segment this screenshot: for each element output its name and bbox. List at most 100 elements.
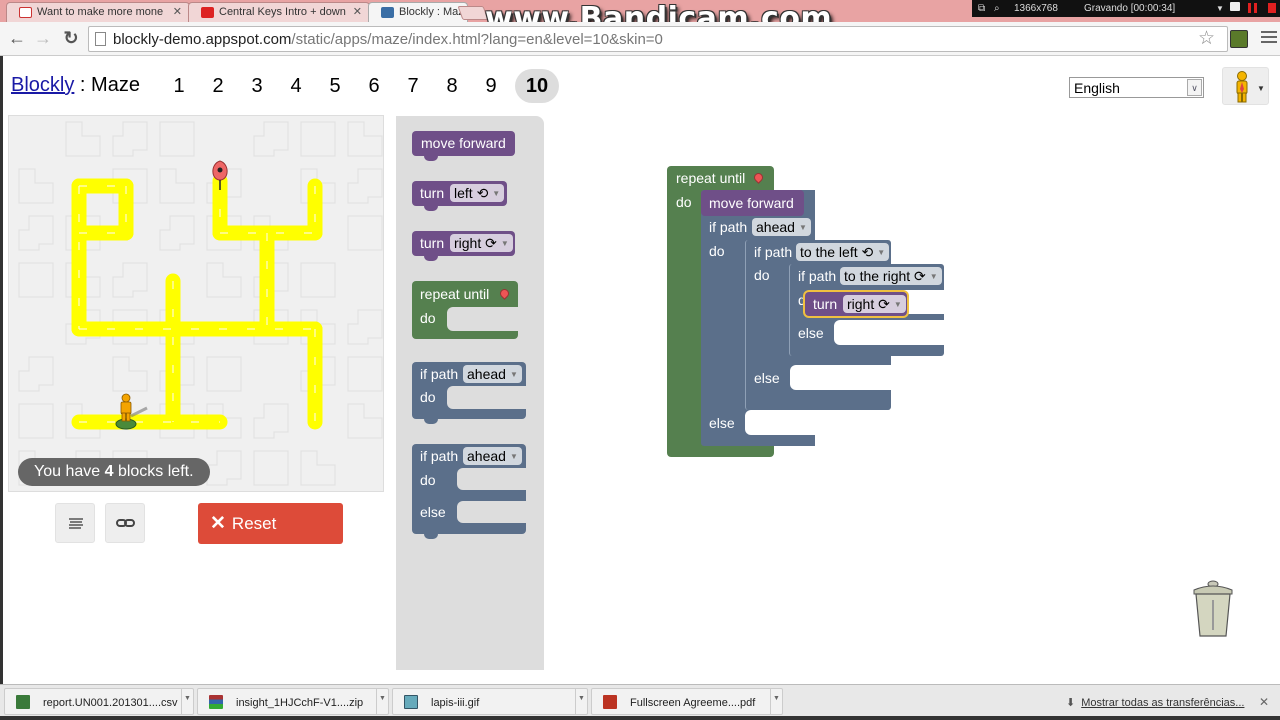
level-4[interactable]: 4	[274, 69, 318, 103]
show-all-downloads-link[interactable]: ⬇ Mostrar todas as transferências...	[1066, 696, 1244, 709]
menu-icon[interactable]	[1261, 31, 1277, 46]
dropdown-value: to the right ⟳	[844, 268, 926, 284]
blockly-home-link[interactable]: Blockly	[11, 74, 74, 96]
level-5[interactable]: 5	[313, 69, 357, 103]
blocks-left-count: 4	[104, 463, 114, 480]
dropdown-icon[interactable]: ▼	[1216, 4, 1224, 13]
download-item[interactable]: insight_1HJCchF-V1....zip ▼	[197, 688, 389, 715]
tab-blockly-maze[interactable]: Blockly : Maze	[368, 2, 468, 23]
level-3[interactable]: 3	[235, 69, 279, 103]
dropdown-value: ahead	[756, 219, 795, 235]
download-arrow-icon: ⬇	[1066, 697, 1076, 709]
stop-icon[interactable]	[1268, 3, 1276, 13]
chevron-down-icon[interactable]: ▼	[575, 689, 587, 714]
background-building	[18, 356, 54, 392]
bookmark-star-icon[interactable]: ☆	[1198, 27, 1215, 50]
chevron-down-icon[interactable]: ▼	[770, 689, 782, 714]
chevron-down-icon[interactable]: ▼	[181, 689, 193, 714]
pegman-skin-button[interactable]: ▼	[1222, 67, 1269, 105]
camera-icon[interactable]	[1230, 2, 1240, 11]
background-building	[112, 262, 148, 298]
background-building	[65, 121, 101, 157]
background-building	[253, 450, 289, 486]
pegman-icon	[1236, 71, 1248, 103]
level-7[interactable]: 7	[391, 69, 435, 103]
else-slot	[745, 410, 815, 435]
reset-button[interactable]: ✕ Reset	[198, 503, 343, 544]
close-tab-icon[interactable]: ✕	[173, 5, 182, 18]
dropdown-arrow-icon: ▼	[500, 239, 509, 248]
tab-title: Want to make more mone	[37, 6, 164, 18]
window-edge	[0, 716, 1280, 720]
link-button[interactable]	[105, 503, 145, 543]
dropdown-arrow-icon: ▼	[893, 300, 902, 309]
block-label: if path	[420, 448, 459, 464]
dropdown-arrow-icon: ▼	[509, 370, 518, 379]
turn-right-block-selected[interactable]: turn right ⟳ ▼	[805, 292, 907, 316]
direction-dropdown[interactable]: right ⟳ ▼	[843, 295, 906, 313]
forward-icon[interactable]: →	[32, 28, 54, 48]
extension-icon[interactable]	[1230, 30, 1248, 48]
level-2[interactable]: 2	[196, 69, 240, 103]
do-label: do	[420, 310, 436, 326]
level-8[interactable]: 8	[430, 69, 474, 103]
path-dropdown[interactable]: ahead ▼	[463, 447, 522, 465]
do-label: do	[754, 267, 770, 283]
move-forward-block[interactable]: move forward	[701, 190, 804, 216]
blocks-left-prefix: You have	[34, 463, 105, 480]
toolbox-turn-left-block[interactable]: turn left ⟲ ▼	[412, 181, 507, 211]
download-item[interactable]: lapis-iii.gif ▼	[392, 688, 588, 715]
window-icon: ⧉	[978, 3, 986, 14]
tab-youtube[interactable]: Central Keys Intro + down ✕	[188, 2, 370, 22]
path-dropdown[interactable]: to the right ⟳ ▼	[840, 267, 942, 285]
download-item[interactable]: Fullscreen Agreeme....pdf ▼	[591, 688, 783, 715]
close-icon[interactable]: ✕	[1259, 695, 1269, 709]
level-10[interactable]: 10	[515, 69, 559, 103]
back-icon[interactable]: ←	[6, 28, 28, 48]
new-tab-button[interactable]	[457, 6, 489, 20]
toolbox-turn-right-block[interactable]: turn right ⟳ ▼	[412, 231, 515, 261]
level-1[interactable]: 1	[157, 69, 201, 103]
pause-icon[interactable]	[1254, 3, 1257, 13]
path-dropdown[interactable]: ahead ▼	[463, 365, 522, 383]
pause-icon[interactable]	[1248, 3, 1251, 13]
address-bar[interactable]: blockly-demo.appspot.com/static/apps/maz…	[88, 26, 1228, 52]
else-label: else	[709, 415, 735, 431]
path-dropdown[interactable]: ahead ▼	[752, 218, 811, 236]
background-building	[300, 121, 336, 157]
tab-gmail[interactable]: Want to make more mone ✕	[6, 2, 190, 22]
else-label: else	[798, 325, 824, 341]
dropdown-value: ahead	[467, 448, 506, 464]
reset-label: Reset	[231, 514, 277, 533]
caret-down-icon: ▼	[1257, 84, 1265, 93]
block-label: repeat until	[676, 170, 746, 186]
language-select[interactable]: English ∨	[1069, 77, 1204, 98]
dropdown-arrow-icon: ▼	[798, 223, 807, 232]
close-tab-icon[interactable]: ✕	[353, 5, 362, 18]
level-6[interactable]: 6	[352, 69, 396, 103]
toolbox-if-else-path-block[interactable]: if path ahead ▼ do else	[412, 444, 526, 539]
text-lines-icon	[69, 518, 83, 529]
toolbox-repeat-until-block[interactable]: repeat until do	[412, 281, 518, 339]
toolbox-if-path-block[interactable]: if path ahead ▼ do	[412, 362, 526, 424]
download-item[interactable]: report.UN001.201301....csv ▼	[4, 688, 194, 715]
show-code-button[interactable]	[55, 503, 95, 543]
background-building	[159, 121, 195, 157]
dropdown-value: ahead	[467, 366, 506, 382]
block-label: move forward	[709, 195, 794, 211]
background-building	[347, 356, 383, 392]
direction-dropdown[interactable]: right ⟳ ▼	[450, 234, 513, 252]
path-dropdown[interactable]: to the left ⟲ ▼	[796, 243, 890, 261]
direction-dropdown[interactable]: left ⟲ ▼	[450, 184, 505, 202]
reload-icon[interactable]: ↻	[60, 28, 82, 48]
pdf-file-icon	[603, 695, 617, 709]
level-9[interactable]: 9	[469, 69, 513, 103]
trash-can-icon[interactable]	[1190, 580, 1236, 638]
blocks-left-suffix: blocks left.	[113, 463, 194, 480]
block-workspace[interactable]	[544, 116, 1280, 670]
chevron-down-icon[interactable]: ▼	[376, 689, 388, 714]
do-label: do	[420, 472, 436, 488]
block-label: if path	[709, 219, 748, 235]
toolbox-move-forward-block[interactable]: move forward	[412, 131, 515, 161]
background-building	[347, 403, 383, 439]
